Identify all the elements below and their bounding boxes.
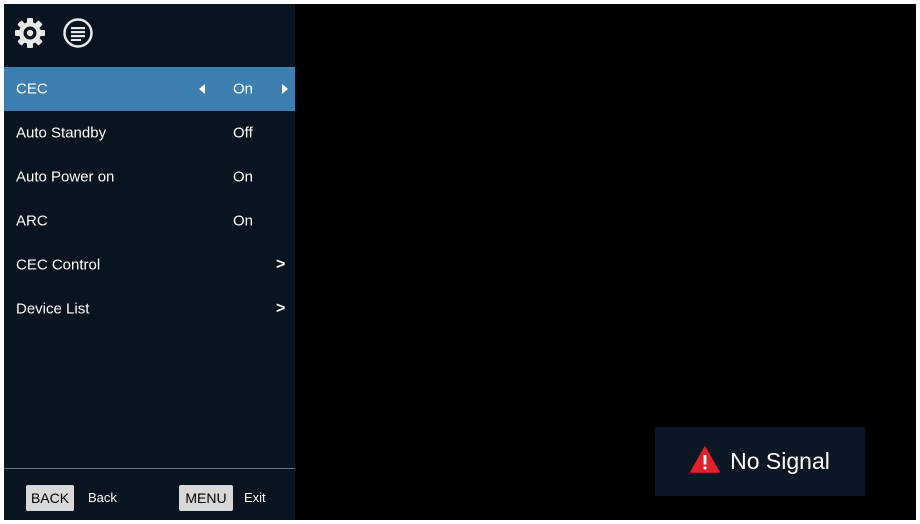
chevron-right-icon: > xyxy=(276,256,286,273)
menu-item-value: On xyxy=(233,80,254,98)
menu-item-label: ARC xyxy=(16,212,48,230)
menu-item-label: CEC Control xyxy=(16,256,101,274)
menu-item-auto-power-on[interactable]: Auto Power on On xyxy=(4,155,295,199)
arrow-right-icon[interactable] xyxy=(282,84,288,94)
chevron-right-icon: > xyxy=(276,300,286,317)
back-label: Back xyxy=(88,490,117,505)
menu-item-label: Auto Standby xyxy=(16,124,107,142)
menu-item-value: On xyxy=(233,212,254,230)
menu-key[interactable]: MENU xyxy=(179,485,233,511)
menu-item-value: Off xyxy=(233,124,253,142)
panel-header xyxy=(4,4,295,64)
arrow-left-icon[interactable] xyxy=(199,84,205,94)
menu-item-auto-standby[interactable]: Auto Standby Off xyxy=(4,111,295,155)
menu-item-label: Device List xyxy=(16,300,90,318)
no-signal-text: No Signal xyxy=(730,448,830,474)
menu-item-value: On xyxy=(233,168,254,186)
settings-panel: CEC On Auto Standby Off Auto Power on On… xyxy=(4,4,295,520)
menu-item-label: CEC xyxy=(16,80,48,98)
menu-item-cec-control[interactable]: CEC Control > xyxy=(4,243,295,287)
menu-item-device-list[interactable]: Device List > xyxy=(4,287,295,331)
tv-screen: CEC On Auto Standby Off Auto Power on On… xyxy=(4,4,916,520)
warning-icon xyxy=(690,445,720,478)
panel-footer: BACK Back MENU Exit xyxy=(4,474,295,520)
settings-menu: CEC On Auto Standby Off Auto Power on On… xyxy=(4,67,295,331)
menu-item-arc[interactable]: ARC On xyxy=(4,199,295,243)
list-icon[interactable] xyxy=(60,15,96,51)
exit-label: Exit xyxy=(244,490,266,505)
menu-item-label: Auto Power on xyxy=(16,168,115,186)
gear-icon[interactable] xyxy=(12,15,48,51)
footer-divider xyxy=(4,468,295,469)
back-key[interactable]: BACK xyxy=(26,485,74,511)
menu-item-cec[interactable]: CEC On xyxy=(4,67,295,111)
no-signal-toast: No Signal xyxy=(655,427,865,496)
